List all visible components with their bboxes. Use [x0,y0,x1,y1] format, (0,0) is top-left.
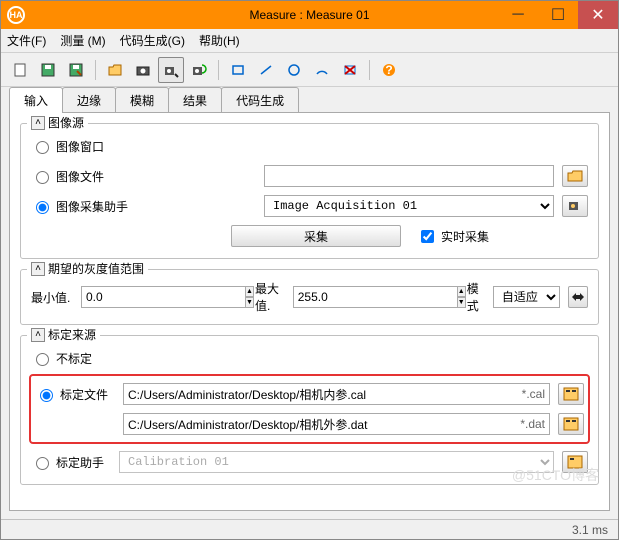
group-calib-source: ˄ 标定来源 不标定 标定文件 C:/Users/Administrator/D… [20,335,599,485]
save-as-icon[interactable] [63,57,89,83]
radio-no-calib[interactable]: 不标定 [31,350,126,367]
status-time: 3.1 ms [572,523,608,537]
radio-image-window[interactable]: 图像窗口 [31,138,126,155]
group-legend: 标定来源 [48,326,96,343]
calib-path1-input[interactable]: C:/Users/Administrator/Desktop/相机内参.cal … [123,383,550,405]
tab-edges[interactable]: 边缘 [62,87,116,113]
tab-result[interactable]: 结果 [168,87,222,113]
radio-image-assistant[interactable]: 图像采集助手 [31,198,128,215]
highlight-box: 标定文件 C:/Users/Administrator/Desktop/相机内参… [29,374,590,444]
assistant-select[interactable]: Image Acquisition 01 [264,195,554,217]
delete-roi-icon[interactable] [337,57,363,83]
toolbar: ? [1,53,618,87]
min-label: 最小值. [31,289,73,306]
spin-up[interactable]: ▲ [245,286,254,297]
roi-line-icon[interactable] [253,57,279,83]
browse-calib2-button[interactable] [558,413,584,435]
titlebar: HA Measure : Measure 01 ─ ☐ ✕ [1,1,618,29]
calib-assistant-button[interactable] [562,451,588,473]
group-image-source: ˄ 图像源 图像窗口 图像文件 图像采集助手 [20,123,599,259]
roi-rect-icon[interactable] [225,57,251,83]
auto-adjust-button[interactable] [568,286,588,308]
radio-image-file[interactable]: 图像文件 [31,168,126,185]
image-file-input[interactable] [264,165,554,187]
acquire-button[interactable]: 采集 [231,225,401,247]
roi-arc-icon[interactable] [309,57,335,83]
group-legend: 期望的灰度值范围 [48,260,144,277]
calib-path2-input[interactable]: C:/Users/Administrator/Desktop/相机外参.dat … [123,413,550,435]
mode-select[interactable]: 自适应 [493,286,560,308]
help-icon[interactable]: ? [376,57,402,83]
collapse-icon[interactable]: ˄ [31,262,45,276]
loop-grab-icon[interactable] [186,57,212,83]
roi-circle-icon[interactable] [281,57,307,83]
menubar: 文件(F) 测量 (M) 代码生成(G) 帮助(H) [1,29,618,53]
realtime-checkbox[interactable]: 实时采集 [417,227,489,246]
camera-icon[interactable] [130,57,156,83]
save-icon[interactable] [35,57,61,83]
group-legend: 图像源 [48,114,84,131]
tab-content: ˄ 图像源 图像窗口 图像文件 图像采集助手 [9,112,610,511]
calib-assistant-select[interactable]: Calibration 01 [119,451,554,473]
menu-measure[interactable]: 测量 (M) [60,32,105,49]
grab-icon[interactable] [158,57,184,83]
collapse-icon[interactable]: ˄ [31,116,45,130]
menu-help[interactable]: 帮助(H) [199,32,240,49]
close-button[interactable]: ✕ [578,1,618,29]
spin-up[interactable]: ▲ [457,286,466,297]
mode-label: 模式 [467,280,485,314]
new-icon[interactable] [7,57,33,83]
tab-row: 输入 边缘 模糊 结果 代码生成 [1,87,618,113]
svg-text:?: ? [385,63,392,77]
app-icon: HA [7,6,25,24]
menu-file[interactable]: 文件(F) [7,32,46,49]
browse-calib1-button[interactable] [558,383,584,405]
radio-calib-file[interactable]: 标定文件 [35,386,115,403]
statusbar: 3.1 ms [1,519,618,539]
window-title: Measure : Measure 01 [249,8,369,22]
tab-blur[interactable]: 模糊 [115,87,169,113]
browse-file-button[interactable] [562,165,588,187]
menu-codegen[interactable]: 代码生成(G) [120,32,185,49]
spin-down[interactable]: ▼ [457,297,466,308]
collapse-icon[interactable]: ˄ [31,328,45,342]
spin-down[interactable]: ▼ [245,297,254,308]
max-value-input[interactable] [293,286,457,308]
min-value-input[interactable] [81,286,245,308]
tab-input[interactable]: 输入 [9,87,63,113]
radio-calib-assistant[interactable]: 标定助手 [31,454,111,471]
maximize-button[interactable]: ☐ [538,1,578,29]
tab-codegen[interactable]: 代码生成 [221,87,299,113]
minimize-button[interactable]: ─ [498,1,538,29]
assistant-settings-button[interactable] [562,195,588,217]
group-gray-range: ˄ 期望的灰度值范围 最小值. ▲▼ 最大值. ▲▼ 模式 自适应 [20,269,599,325]
open-icon[interactable] [102,57,128,83]
max-label: 最大值. [255,280,285,314]
